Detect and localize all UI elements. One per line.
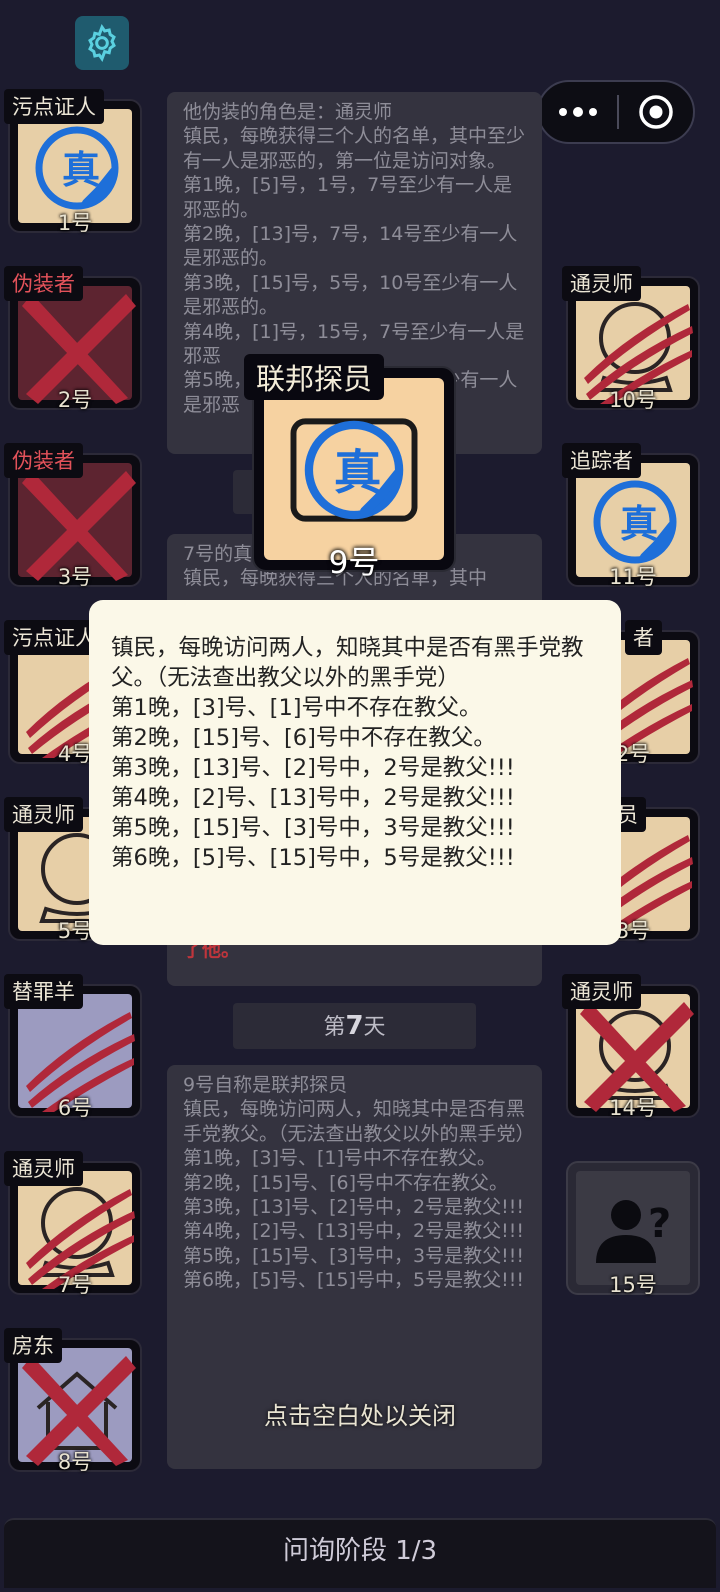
- featured-player-number: 9号: [328, 545, 380, 581]
- player-number: 11号: [609, 565, 657, 589]
- player-number: 3号: [57, 565, 93, 589]
- log-line: 9号自称是联邦探员: [183, 1074, 348, 1096]
- player-card-2[interactable]: 伪装者 2号: [4, 266, 142, 412]
- player-card-11[interactable]: 真 追踪者 11号: [562, 443, 700, 589]
- gear-icon: [88, 23, 116, 63]
- svg-text:?: ?: [648, 1201, 671, 1247]
- day-suffix: 天: [363, 1015, 386, 1040]
- dot: [589, 108, 597, 116]
- popup-line: 第4晚，[2]号、[13]号中，2号是教父!!!: [111, 785, 515, 811]
- phase-bar: 问询阶段 1/3: [4, 1518, 716, 1588]
- popup-line: 第5晚，[15]号、[3]号中，3号是教父!!!: [111, 815, 515, 841]
- role-label: 追踪者: [562, 443, 641, 478]
- player-number: 2号: [57, 388, 93, 412]
- log-line: 他伪装的角色是：通灵师: [183, 101, 393, 123]
- badge-text: 真: [620, 502, 658, 546]
- player-card-14[interactable]: 通灵师 14号: [562, 974, 700, 1120]
- dot: [559, 108, 567, 116]
- popup-line: 第1晚，[3]号、[1]号中不存在教父。: [111, 695, 482, 721]
- player-card-1[interactable]: 真 污点证人 1号: [4, 89, 142, 235]
- player-card-10[interactable]: 通灵师 10号: [562, 266, 700, 412]
- player-card-6[interactable]: 替罪羊 6号: [4, 974, 142, 1120]
- popup-line: 镇民，每晚访问两人，知晓其中是否有黑手党教父。（无法查出教父以外的黑手党）: [111, 635, 584, 691]
- log-line: 第3晚，[15]号，5号，10号至少有一人是邪恶的。: [183, 271, 518, 319]
- ability-info-popup: 镇民，每晚访问两人，知晓其中是否有黑手党教父。（无法查出教父以外的黑手党） 第1…: [89, 600, 621, 945]
- mini-program-capsule: [537, 80, 695, 144]
- featured-role-label: 联邦探员: [244, 354, 385, 400]
- close-hint[interactable]: 点击空白处以关闭: [0, 1396, 720, 1431]
- log-line: 镇民，每晚获得三个人的名单，其中至少有一人是邪恶的，第一位是访问对象。: [183, 125, 526, 172]
- verified-badge-icon: 真: [290, 418, 418, 522]
- log-line: 第3晚，[13]号、[2]号中，2号是教父!!!: [183, 1196, 524, 1219]
- role-label: 通灵师: [4, 1151, 83, 1186]
- popup-line: 第2晚，[15]号、[6]号中不存在教父。: [111, 725, 496, 751]
- log-line: 第6晚，[5]号、[15]号中，5号是教父!!!: [183, 1269, 524, 1292]
- role-label: 伪装者: [4, 443, 83, 478]
- log-line: 第1晚，[3]号、[1]号中不存在教父。: [183, 1147, 496, 1170]
- log-line: 第4晚，[2]号、[13]号中，2号是教父!!!: [183, 1220, 524, 1243]
- log-line: 镇民，每晚访问两人，知晓其中是否有黑手党教父。（无法查出教父以外的黑手党）: [183, 1098, 535, 1145]
- day-prefix: 第: [323, 1015, 346, 1040]
- day-label: 第7天: [233, 1003, 476, 1049]
- player-number: 8号: [57, 1450, 93, 1474]
- role-label: 伪装者: [4, 266, 83, 301]
- role-label: 替罪羊: [4, 974, 83, 1009]
- role-label: 污点证人: [4, 89, 104, 124]
- log-line: 第2晚，[15]号、[6]号中不存在教父。: [183, 1171, 509, 1194]
- more-button[interactable]: [539, 107, 617, 117]
- day-number: 7: [345, 1011, 364, 1041]
- log-line: 第5晚，[15]号、[3]号中，3号是教父!!!: [183, 1244, 524, 1267]
- role-label: 通灵师: [562, 266, 641, 301]
- role-label: 房东: [4, 1328, 62, 1363]
- log-line: 第1晚，[5]号，1号，7号至少有一人是邪恶的。: [183, 174, 513, 221]
- player-card-7[interactable]: 通灵师 7号: [4, 1151, 142, 1297]
- player-number: 14号: [609, 1096, 657, 1120]
- record-circle-icon: [639, 95, 673, 129]
- role-label: 通灵师: [562, 974, 641, 1009]
- player-number: 1号: [57, 211, 93, 235]
- popup-line: 第3晚，[13]号、[2]号中，2号是教父!!!: [111, 755, 515, 781]
- role-label: 通灵师: [4, 797, 83, 832]
- player-number: 10号: [609, 388, 657, 412]
- log-line: 第2晚，[13]号，7号，14号至少有一人是邪恶的。: [183, 223, 518, 270]
- player-number: 7号: [57, 1273, 93, 1297]
- role-label: 者: [625, 620, 662, 655]
- player-card-3[interactable]: 伪装者 3号: [4, 443, 142, 589]
- badge-text: 真: [334, 446, 381, 501]
- close-program-button[interactable]: [619, 93, 693, 131]
- player-number: 15号: [609, 1273, 657, 1297]
- settings-button[interactable]: [75, 16, 129, 70]
- player-number: 6号: [57, 1096, 93, 1120]
- dot: [573, 107, 583, 117]
- featured-player-card: 真 联邦探员 9号: [244, 354, 456, 581]
- player-card-15[interactable]: ? 15号: [566, 1161, 700, 1297]
- popup-line: 第6晚，[5]号、[15]号中，5号是教父!!!: [111, 845, 515, 871]
- badge-text: 真: [62, 148, 100, 192]
